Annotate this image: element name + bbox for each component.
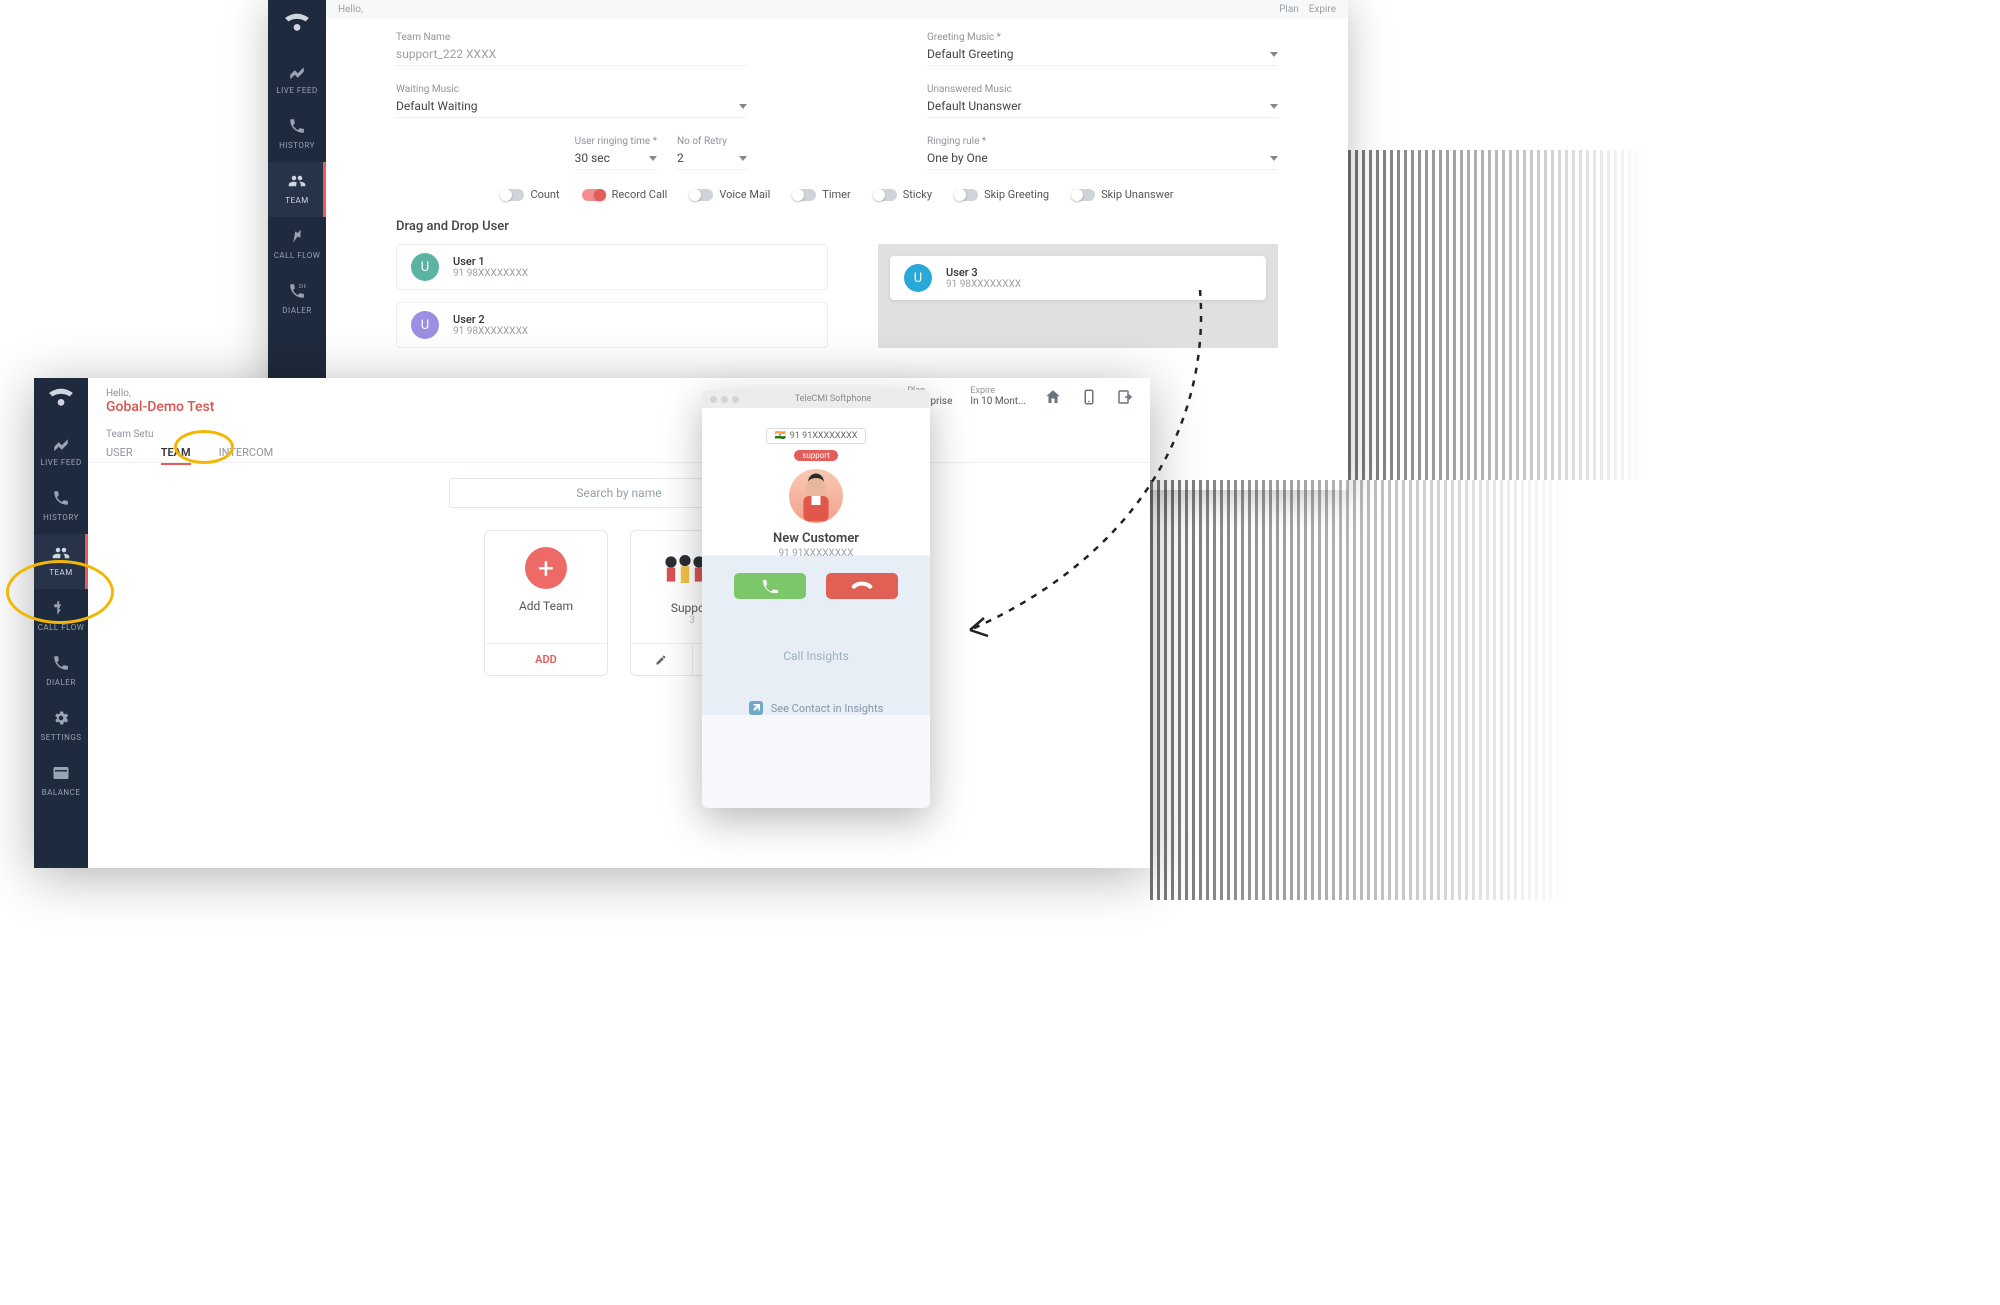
- chevron-down-icon: [1270, 52, 1278, 57]
- back-topbar: Hello, Plan Expire: [326, 0, 1348, 18]
- toggle-count[interactable]: Count: [500, 188, 559, 201]
- nav-live-feed[interactable]: LIVE FEED: [34, 424, 88, 479]
- unanswered-music-select[interactable]: Unanswered Music Default Unanswer: [927, 84, 1278, 118]
- toggle-sticky[interactable]: Sticky: [873, 188, 932, 201]
- main-app-window: LIVE FEED HISTORY TEAM CALL FLOW DIALER …: [34, 378, 1150, 868]
- team-pill: support: [794, 450, 838, 461]
- plus-icon[interactable]: +: [525, 547, 567, 589]
- nav-dialer[interactable]: SIPDIALER: [268, 272, 326, 327]
- user-card[interactable]: UUser 291 98XXXXXXXX: [396, 302, 828, 348]
- waiting-music-select[interactable]: Waiting Music Default Waiting: [396, 84, 747, 118]
- chevron-down-icon: [739, 104, 747, 109]
- logout-icon[interactable]: [1116, 388, 1134, 406]
- mobile-icon[interactable]: [1080, 388, 1098, 406]
- insights-title: Call Insights: [716, 649, 916, 663]
- greeting-music-select[interactable]: Greeting Music * Default Greeting: [927, 32, 1278, 66]
- toggles-row: Count Record Call Voice Mail Timer Stick…: [396, 188, 1278, 201]
- chevron-down-icon: [649, 156, 657, 161]
- insights-link[interactable]: See Contact in Insights: [716, 701, 916, 715]
- front-sidebar: LIVE FEED HISTORY TEAM CALL FLOW DIALER …: [34, 378, 88, 868]
- user-card[interactable]: UUser 391 98XXXXXXXX: [890, 256, 1266, 300]
- nav-call-flow[interactable]: CALL FLOW: [268, 217, 326, 272]
- front-header: Hello, Gobal-Demo Test Team Setu USER TE…: [88, 378, 1150, 465]
- available-users-list[interactable]: UUser 191 98XXXXXXXX UUser 291 98XXXXXXX…: [396, 244, 828, 348]
- caller-badge: 🇮🇳91 91XXXXXXXX: [766, 428, 867, 444]
- caller-avatar: [789, 469, 843, 523]
- home-icon[interactable]: [1044, 388, 1062, 406]
- nav-history[interactable]: HISTORY: [268, 107, 326, 162]
- decline-button[interactable]: [826, 573, 898, 599]
- nav-team[interactable]: TEAM: [268, 162, 326, 217]
- team-name-field[interactable]: Team Name support_222 XXXX: [396, 32, 747, 66]
- toggle-record-call[interactable]: Record Call: [582, 188, 668, 201]
- svg-text:SIP: SIP: [299, 284, 307, 290]
- toggle-timer[interactable]: Timer: [792, 188, 850, 201]
- toggle-voice-mail[interactable]: Voice Mail: [689, 188, 770, 201]
- softphone-window: TeleCMI Softphone 🇮🇳91 91XXXXXXXX suppor…: [702, 390, 930, 808]
- caller-number: 91 91XXXXXXXX: [778, 548, 853, 559]
- section-title: Team Setu: [106, 429, 1132, 440]
- teams-area: Search by name + Add Team ADD Support 3: [88, 468, 1150, 868]
- user-card[interactable]: UUser 191 98XXXXXXXX: [396, 244, 828, 290]
- chevron-down-icon: [1270, 104, 1278, 109]
- add-team-card: + Add Team ADD: [484, 530, 608, 676]
- nav-dialer[interactable]: DIALER: [34, 644, 88, 699]
- assigned-users-dropzone[interactable]: UUser 391 98XXXXXXXX: [878, 244, 1278, 348]
- app-logo-icon: [280, 12, 314, 36]
- decorative-stripe: [1150, 480, 1570, 900]
- toggle-skip-greeting[interactable]: Skip Greeting: [954, 188, 1049, 201]
- chevron-down-icon: [739, 156, 747, 161]
- add-button[interactable]: ADD: [485, 644, 607, 675]
- nav-call-flow[interactable]: CALL FLOW: [34, 589, 88, 644]
- softphone-titlebar: TeleCMI Softphone: [702, 390, 930, 408]
- nav-balance[interactable]: BALANCE: [34, 754, 88, 809]
- nav-live-feed[interactable]: LIVE FEED: [268, 52, 326, 107]
- header-right: PlanEnterprise ExpireIn 10 Mont...: [907, 386, 1134, 407]
- window-controls[interactable]: [710, 396, 739, 403]
- edit-button[interactable]: [631, 644, 693, 675]
- toggle-skip-unanswer[interactable]: Skip Unanswer: [1071, 188, 1173, 201]
- nav-history[interactable]: HISTORY: [34, 479, 88, 534]
- app-logo-icon: [44, 388, 78, 410]
- decorative-stripe: [1348, 150, 1648, 480]
- ring-time-select[interactable]: User ringing time * 30 sec: [575, 136, 657, 170]
- nav-team[interactable]: TEAM: [34, 534, 88, 589]
- external-link-icon: [749, 701, 763, 715]
- retry-select[interactable]: No of Retry 2: [677, 136, 747, 170]
- divider: [88, 462, 1150, 463]
- chevron-down-icon: [1270, 156, 1278, 161]
- ringing-rule-select[interactable]: Ringing rule * One by One: [927, 136, 1278, 170]
- nav-settings[interactable]: SETTINGS: [34, 699, 88, 754]
- answer-button[interactable]: [734, 573, 806, 599]
- caller-name: New Customer: [773, 531, 859, 546]
- drag-drop-title: Drag and Drop User: [396, 219, 1278, 234]
- hello-text: Hello,: [338, 4, 363, 15]
